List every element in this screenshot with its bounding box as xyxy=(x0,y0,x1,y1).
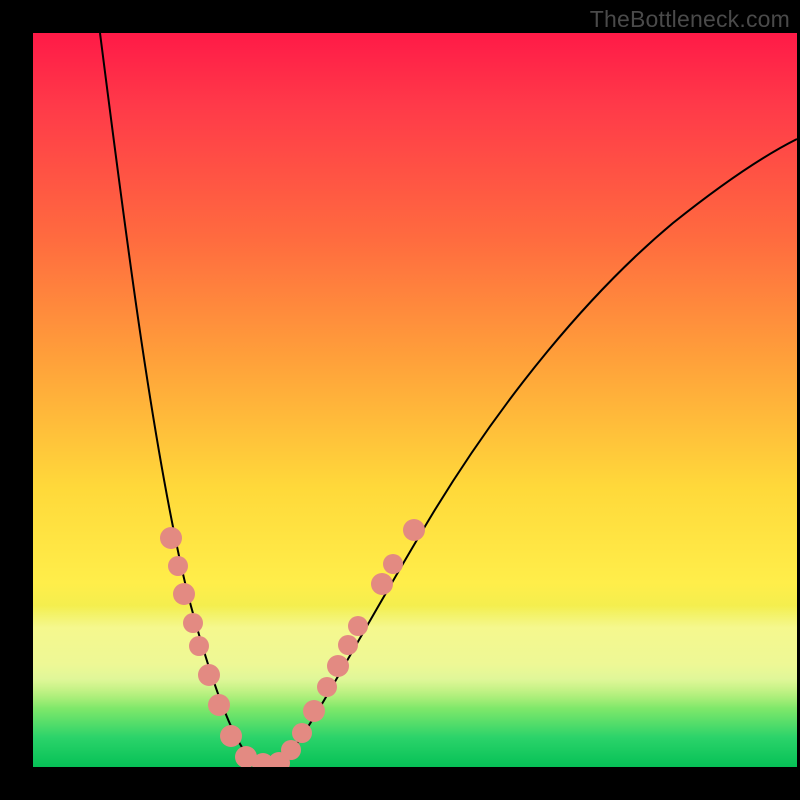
data-dot xyxy=(371,573,393,595)
dots-right-group xyxy=(281,519,425,760)
data-dot xyxy=(198,664,220,686)
data-dot xyxy=(220,725,242,747)
data-dot xyxy=(189,636,209,656)
data-dot xyxy=(403,519,425,541)
left-curve xyxy=(100,33,265,765)
plot-area xyxy=(33,33,797,767)
dots-bottom-group xyxy=(252,752,290,767)
data-dot xyxy=(348,616,368,636)
data-dot xyxy=(252,753,274,767)
data-dot xyxy=(338,635,358,655)
data-dot xyxy=(235,746,257,767)
watermark-text: TheBottleneck.com xyxy=(590,6,790,33)
data-dot xyxy=(183,613,203,633)
dots-left-group xyxy=(160,527,257,767)
data-dot xyxy=(327,655,349,677)
data-dot xyxy=(160,527,182,549)
data-dot xyxy=(173,583,195,605)
data-dot xyxy=(383,554,403,574)
data-dot xyxy=(268,752,290,767)
data-dot xyxy=(208,694,230,716)
right-curve xyxy=(265,139,797,765)
data-dot xyxy=(303,700,325,722)
chart-svg xyxy=(33,33,797,767)
chart-frame: TheBottleneck.com xyxy=(0,0,800,800)
data-dot xyxy=(317,677,337,697)
data-dot xyxy=(292,723,312,743)
data-dot xyxy=(281,740,301,760)
data-dot xyxy=(168,556,188,576)
